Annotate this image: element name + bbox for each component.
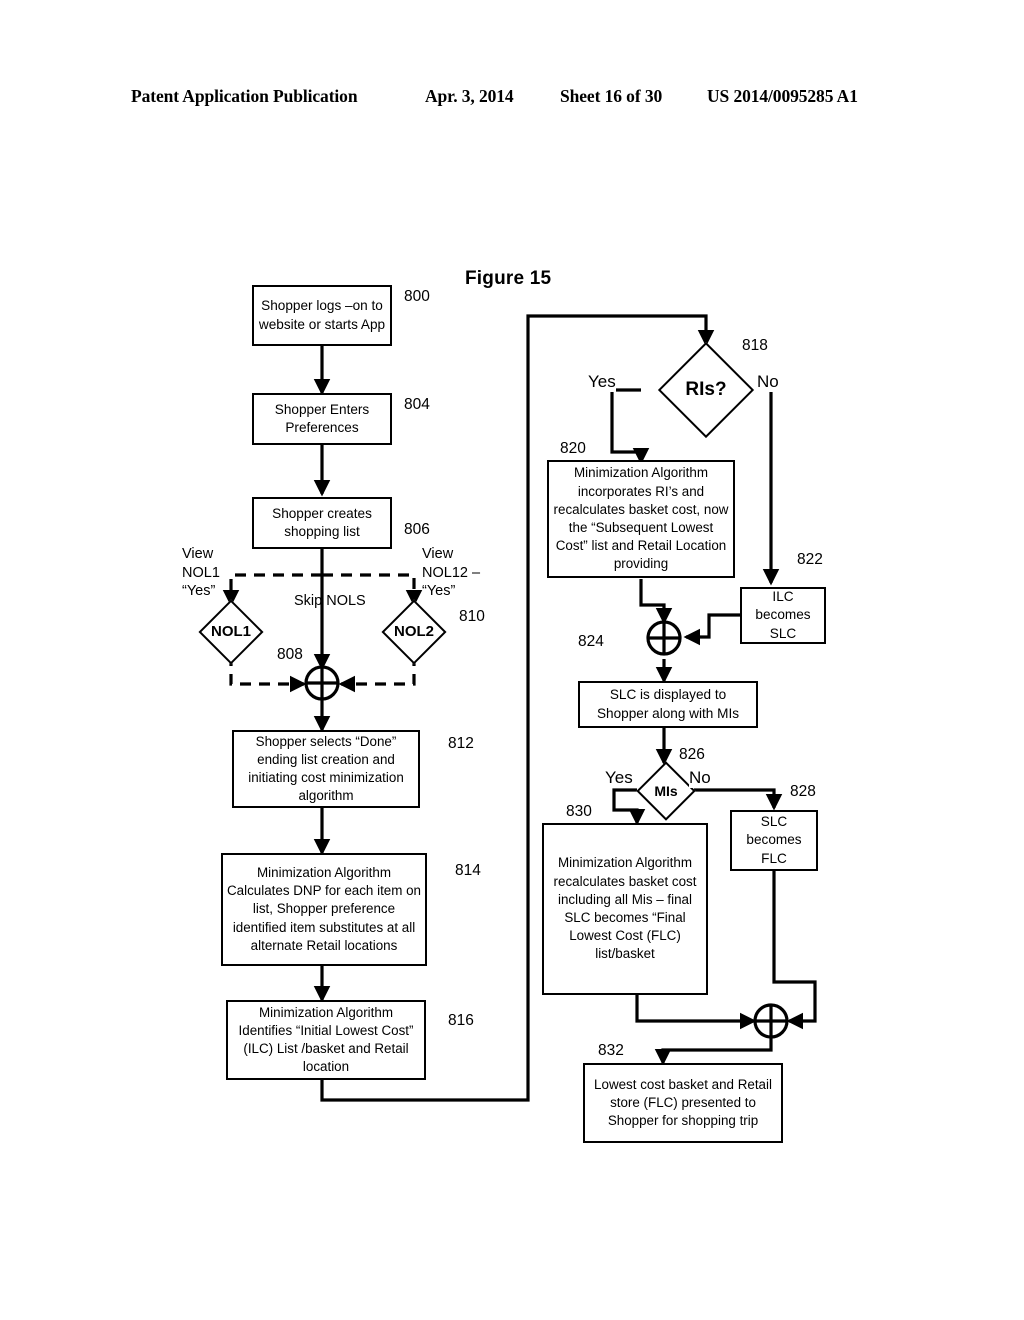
label-mis-yes: Yes: [605, 768, 633, 788]
label-ris-no: No: [757, 372, 779, 392]
edge-junction-832: [654, 1038, 773, 1066]
node-826-mis-diamond: MIs: [636, 761, 696, 821]
node-800-text: Shopper logs –on to website or starts Ap…: [258, 298, 386, 332]
ref-808: 808: [277, 646, 303, 663]
node-804-text: Shopper Enters Preferences: [274, 401, 370, 435]
flowchart-connectors: [222, 314, 817, 1102]
node-816-box: Minimization Algorithm Identifies “Initi…: [226, 1000, 426, 1080]
ref-826: 826: [679, 746, 705, 763]
node-820-box: Minimization Algorithm incorporates RI’s…: [547, 460, 735, 578]
node-816-text: Minimization Algorithm Identifies “Initi…: [238, 1004, 414, 1075]
ref-830: 830: [566, 803, 592, 820]
ref-818: 818: [742, 337, 768, 354]
label-view-nol12-line3: “Yes”: [422, 583, 456, 600]
node-804-box: Shopper Enters Preferences: [252, 393, 392, 445]
edge-mis-no-828: [694, 788, 783, 811]
label-ris-yes: Yes: [588, 372, 616, 392]
node-820-text: Minimization Algorithm incorporates RI’s…: [553, 465, 729, 572]
node-830-box: Minimization Algorithm recalculates bask…: [542, 823, 708, 995]
junction-824: [646, 620, 682, 656]
ref-832: 832: [598, 1042, 624, 1059]
node-slc-displayed-box: SLC is displayed to Shopper along with M…: [578, 681, 758, 728]
edge-820-junction824: [639, 579, 673, 625]
node-808-label: NOL1: [210, 623, 251, 640]
ref-828: 828: [790, 783, 816, 800]
edge-822-junction824: [683, 613, 740, 646]
node-814-box: Minimization Algorithm Calculates DNP fo…: [221, 853, 427, 966]
ref-812: 812: [448, 735, 474, 752]
node-800-box: Shopper logs –on to website or starts Ap…: [252, 285, 392, 346]
label-view-nol12-line2: NOL12 –: [422, 564, 481, 581]
node-slc-displayed-text: SLC is displayed to Shopper along with M…: [596, 687, 740, 721]
ref-800: 800: [404, 288, 430, 305]
label-view-nol1-line3: “Yes”: [182, 583, 216, 600]
label-skip-nols: Skip NOLS: [294, 593, 366, 609]
edge-828-bottom-junction: [772, 871, 817, 1030]
figure-title: Figure 15: [465, 268, 552, 289]
label-mis-no: No: [689, 768, 711, 788]
node-814-text: Minimization Algorithm Calculates DNP fo…: [227, 864, 422, 953]
node-832-text: Lowest cost basket and Retail store (FLC…: [594, 1076, 772, 1129]
node-812-box: Shopper selects “Done” ending list creat…: [232, 730, 420, 808]
node-828-box: SLC becomes FLC: [730, 810, 818, 871]
node-818-label: RIs?: [685, 379, 727, 400]
edge-830-bottom-junction: [635, 995, 757, 1030]
node-828-text: SLC becomes FLC: [746, 813, 802, 866]
node-826-label: MIs: [654, 783, 678, 799]
edge-nol2-junction: [338, 655, 416, 693]
ref-814: 814: [455, 862, 481, 879]
ref-822: 822: [797, 551, 823, 568]
node-822-text: ILC becomes SLC: [755, 588, 811, 641]
ref-806: 806: [404, 521, 430, 538]
node-822-box: ILC becomes SLC: [740, 587, 826, 644]
node-806-box: Shopper creates shopping list: [252, 497, 392, 549]
label-view-nol1-line1: View: [182, 546, 214, 562]
label-view-nol1-line2: NOL1: [182, 564, 220, 581]
ref-820: 820: [560, 440, 586, 457]
ref-824: 824: [578, 633, 604, 650]
flowchart-figure: Figure 15 Shopper logs –on to website or…: [0, 0, 1024, 1320]
label-view-nol1: View NOL1 “Yes”: [182, 545, 220, 601]
node-830-text: Minimization Algorithm recalculates bask…: [553, 855, 697, 962]
edge-ris-yes-820: [610, 388, 650, 465]
node-812-text: Shopper selects “Done” ending list creat…: [248, 733, 404, 804]
label-view-nol12-line1: View: [422, 546, 454, 562]
node-818-ris-diamond: RIs?: [641, 341, 771, 439]
ref-810: 810: [459, 608, 485, 625]
label-view-nol12: View NOL12 – “Yes”: [422, 545, 480, 601]
node-832-box: Lowest cost basket and Retail store (FLC…: [583, 1063, 783, 1143]
node-810-label: NOL2: [393, 623, 434, 640]
node-810-nol2-diamond: NOL2: [374, 598, 454, 665]
node-808-nol1-diamond: NOL1: [191, 598, 271, 665]
junction-808: [304, 665, 340, 701]
node-806-text: Shopper creates shopping list: [272, 505, 372, 539]
junction-bottom: [753, 1003, 789, 1039]
ref-804: 804: [404, 396, 430, 413]
edge-mis-yes-830: [612, 788, 646, 826]
ref-816: 816: [448, 1012, 474, 1029]
